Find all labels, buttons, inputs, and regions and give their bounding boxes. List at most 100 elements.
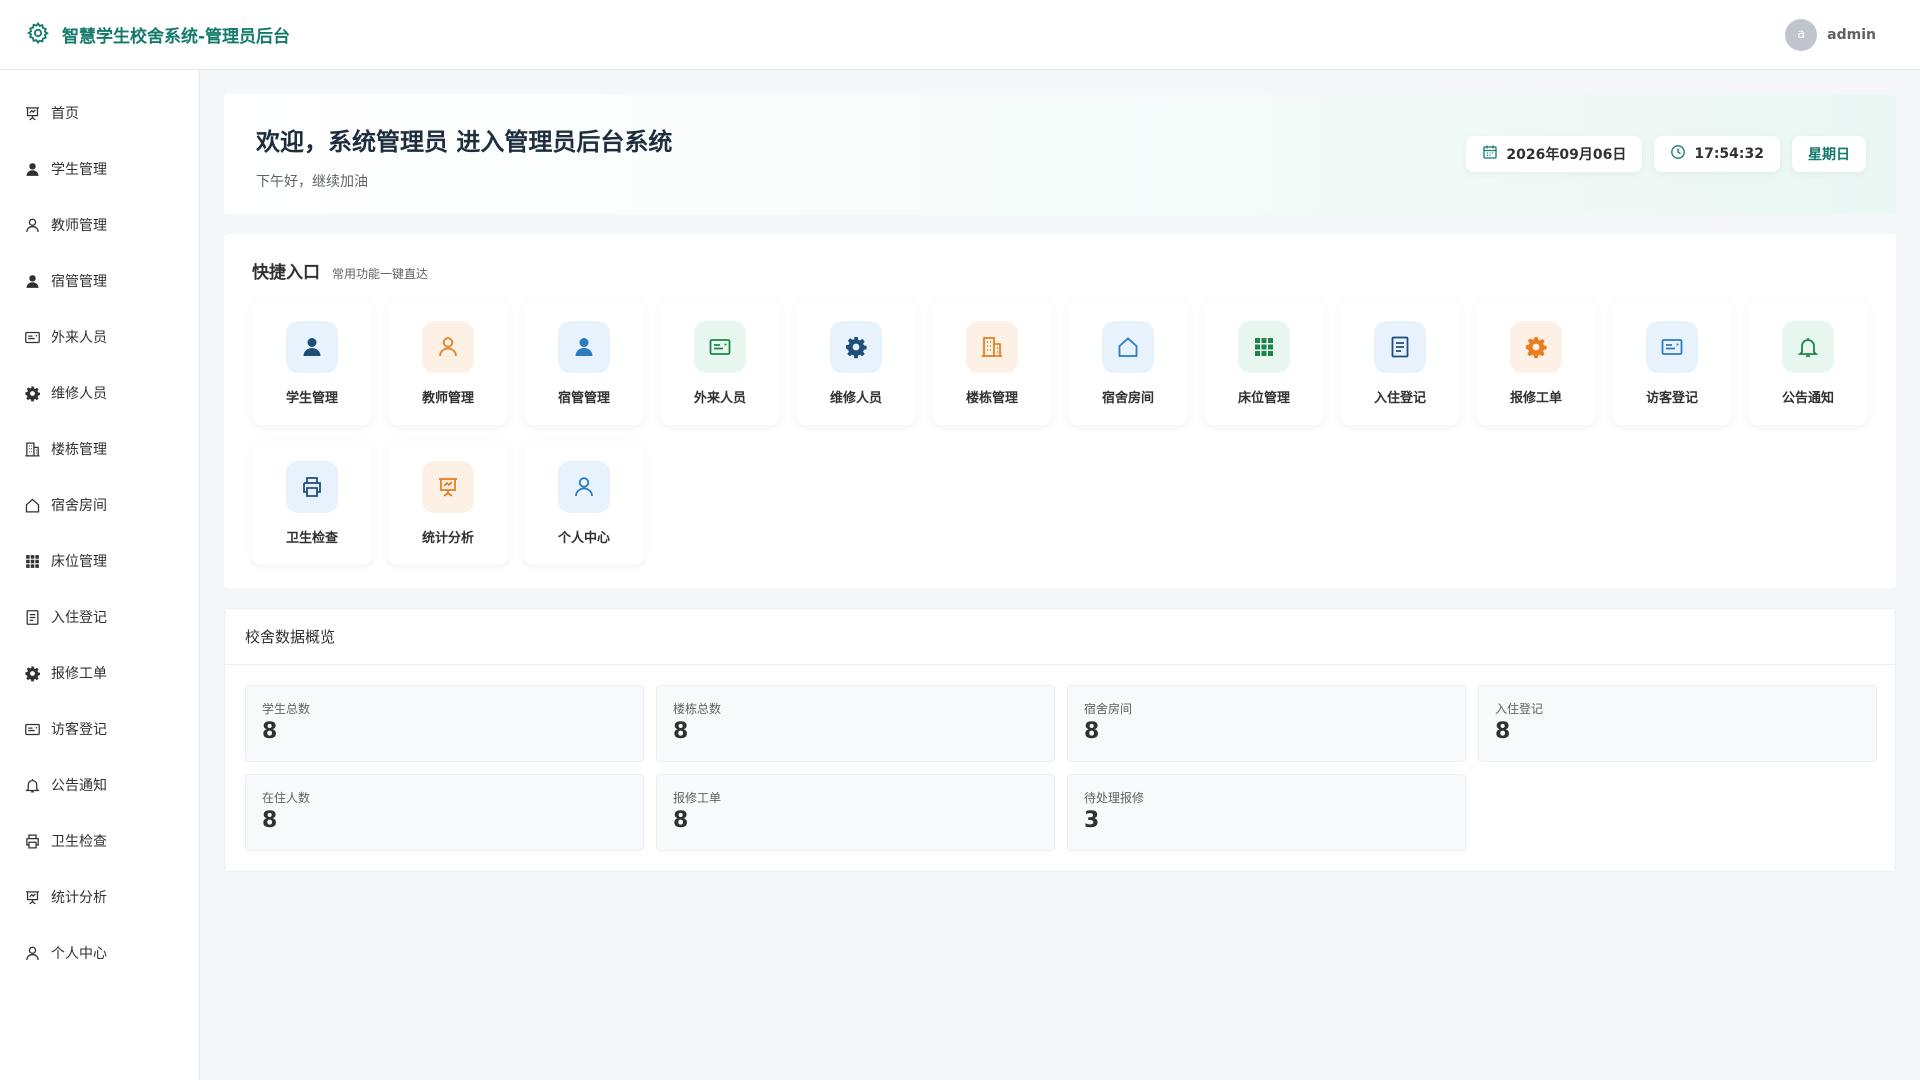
sidebar-item-label: 宿管管理 [51,274,107,290]
grid-icon [24,553,41,570]
gear-icon [830,321,882,373]
stat-card: 待处理报修 3 [1067,774,1466,851]
quick-item-label: 床位管理 [1237,391,1290,406]
stat-card: 在住人数 8 [245,774,644,851]
quick-item-label: 统计分析 [421,531,474,546]
sidebar-item-12[interactable]: 访客登记 [0,701,199,757]
quick-item-label: 卫生检查 [285,531,338,546]
quick-item-6[interactable]: 楼栋管理 [932,301,1052,425]
sidebar-item-label: 维修人员 [51,386,107,402]
stat-label: 宿舍房间 [1084,702,1133,716]
printer-icon [24,833,41,850]
quick-item-3[interactable]: 宿管管理 [524,301,644,425]
quick-item-9[interactable]: 入住登记 [1340,301,1460,425]
app-title: 智慧学生校舍系统-管理员后台 [62,27,291,47]
stat-value: 8 [262,808,278,833]
quick-item-label: 宿管管理 [557,391,610,406]
stat-label: 待处理报修 [1084,791,1145,805]
quick-item-label: 维修人员 [829,391,882,406]
grid-icon [1238,321,1290,373]
sidebar-item-label: 教师管理 [51,218,107,234]
sidebar-item-7[interactable]: 楼栋管理 [0,421,199,477]
quick-item-7[interactable]: 宿舍房间 [1068,301,1188,425]
stat-value: 3 [1084,808,1100,833]
quick-item-label: 入住登记 [1373,391,1426,406]
sidebar-item-label: 宿舍房间 [51,498,107,514]
quick-item-11[interactable]: 访客登记 [1612,301,1732,425]
house-icon [24,497,41,514]
stat-label: 入住登记 [1495,702,1544,716]
stat-label: 报修工单 [673,791,722,805]
quick-item-13[interactable]: 卫生检查 [252,441,372,565]
stat-card: 报修工单 8 [656,774,1055,851]
weekday-chip: 星期日 [1792,136,1866,172]
quick-item-8[interactable]: 床位管理 [1204,301,1324,425]
sidebar-item-16[interactable]: 个人中心 [0,925,199,981]
sidebar-item-label: 楼栋管理 [51,442,107,458]
quick-item-label: 公告通知 [1781,391,1834,406]
user-outline-icon [558,461,610,513]
quick-item-label: 教师管理 [421,391,474,406]
sidebar-item-label: 入住登记 [51,610,107,626]
user-solid-icon [558,321,610,373]
quick-item-label: 报修工单 [1509,391,1562,406]
user-outline-icon [24,945,41,962]
sidebar: 首页 学生管理教师管理宿管管理外来人员维修人员楼栋管理宿舍房间床位管理入住登记报修… [0,70,200,1080]
sidebar-item-5[interactable]: 外来人员 [0,309,199,365]
username[interactable]: admin [1827,27,1876,43]
user-solid-icon [24,273,41,290]
date-chip: 2026年09月06日 [1466,136,1643,172]
sidebar-item-15[interactable]: 统计分析 [0,869,199,925]
sidebar-item-11[interactable]: 报修工单 [0,645,199,701]
stats-panel: 校舍数据概览 学生总数 8 楼栋总数 8 宿舍房间 8 入住登记 8 在住人数 8 报修工单 8 待处理… [224,608,1896,872]
avatar[interactable]: a [1785,18,1818,51]
sidebar-item-14[interactable]: 卫生检查 [0,813,199,869]
sidebar-item-4[interactable]: 宿管管理 [0,253,199,309]
sidebar-item-2[interactable]: 学生管理 [0,141,199,197]
sidebar-item-8[interactable]: 宿舍房间 [0,477,199,533]
quick-item-14[interactable]: 统计分析 [388,441,508,565]
stat-value: 8 [673,808,689,833]
sidebar-item-9[interactable]: 床位管理 [0,533,199,589]
stat-label: 在住人数 [262,791,311,805]
quick-item-label: 外来人员 [693,391,746,406]
sidebar-item-3[interactable]: 教师管理 [0,197,199,253]
id-card-icon [24,329,41,346]
quick-entry-panel: 快捷入口 常用功能一键直达 学生管理 教师管理 宿管管理 外来人员 维修人员 楼栋管理 宿舍… [224,234,1896,588]
stat-label: 楼栋总数 [673,702,722,716]
quick-item-10[interactable]: 报修工单 [1476,301,1596,425]
sidebar-item-10[interactable]: 入住登记 [0,589,199,645]
quick-item-5[interactable]: 维修人员 [796,301,916,425]
quick-item-label: 访客登记 [1645,391,1698,406]
quick-item-label: 宿舍房间 [1101,391,1154,406]
sidebar-item-1[interactable]: 首页 [0,85,199,141]
user-outline-icon [24,217,41,234]
brand[interactable]: 智慧学生校舍系统-管理员后台 [26,21,290,49]
time-chip: 17:54:32 [1654,136,1780,172]
quick-item-4[interactable]: 外来人员 [660,301,780,425]
sidebar-item-6[interactable]: 维修人员 [0,365,199,421]
quick-item-12[interactable]: 公告通知 [1748,301,1868,425]
sidebar-item-label: 公告通知 [51,778,107,794]
quick-item-1[interactable]: 学生管理 [252,301,372,425]
quick-item-15[interactable]: 个人中心 [524,441,644,565]
id-card-icon [24,721,41,738]
printer-icon [286,461,338,513]
welcome-banner: 欢迎，系统管理员 进入管理员后台系统 下午好，继续加油 2026年09月06日 [224,94,1896,214]
quick-item-2[interactable]: 教师管理 [388,301,508,425]
welcome-subtitle: 下午好，继续加油 [256,174,368,190]
stat-label: 学生总数 [262,702,311,716]
stat-card: 入住登记 8 [1478,685,1877,762]
quick-subtitle: 常用功能一键直达 [332,267,429,281]
sidebar-item-13[interactable]: 公告通知 [0,757,199,813]
id-card-icon [1646,321,1698,373]
sidebar-item-label: 统计分析 [51,890,107,906]
building-icon [966,321,1018,373]
stats-title: 校舍数据概览 [225,609,1895,665]
user-menu[interactable]: a admin [1785,18,1894,51]
clock-icon [1670,144,1686,164]
bell-icon [24,777,41,794]
gear-icon [26,21,50,49]
gear-icon [24,385,41,402]
stat-value: 8 [673,719,689,744]
